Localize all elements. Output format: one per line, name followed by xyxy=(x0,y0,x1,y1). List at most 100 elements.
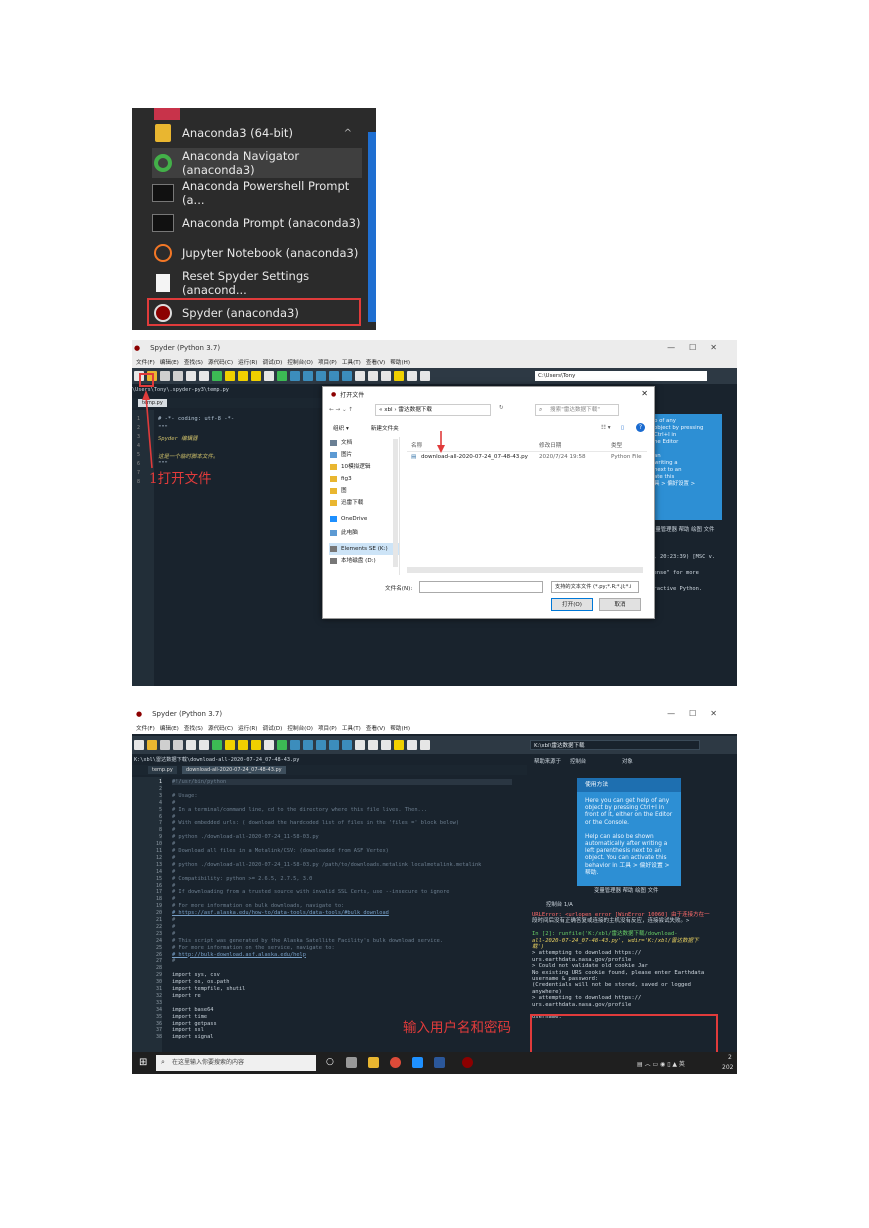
maximize-icon[interactable] xyxy=(367,371,378,381)
cancel-button[interactable]: 取消 xyxy=(599,598,641,611)
menu-item[interactable]: 查看(V) xyxy=(366,724,385,732)
pane-icon[interactable]: ▯ xyxy=(621,425,624,431)
menu-item[interactable]: 调试(D) xyxy=(263,724,283,732)
spyder-icon[interactable] xyxy=(462,1057,473,1068)
step-return-icon[interactable] xyxy=(328,371,339,381)
run-selection-icon[interactable] xyxy=(250,740,261,750)
file-explorer-icon[interactable] xyxy=(368,1057,379,1068)
console-panel[interactable]: 20, 20:23:39) [MSC v. icense" for more ter… xyxy=(647,554,737,686)
tree-item[interactable]: Elements SE (K:) xyxy=(329,543,399,555)
open-button[interactable]: 打开(O) xyxy=(551,598,593,611)
console-tab[interactable]: 控制台 1/A xyxy=(546,900,573,908)
step-return-icon[interactable] xyxy=(328,740,339,750)
multitask-icon[interactable] xyxy=(346,1057,357,1068)
python-path-icon[interactable] xyxy=(406,740,417,750)
working-directory-input[interactable]: C:\Users\Tony xyxy=(535,371,707,381)
menu-item[interactable]: 运行(R) xyxy=(238,724,257,732)
word-icon[interactable] xyxy=(434,1057,445,1068)
menu-item[interactable]: 文件(F) xyxy=(136,724,155,732)
preferences-icon[interactable] xyxy=(393,740,404,750)
tree-item[interactable]: 本地磁盘 (D:) xyxy=(329,555,399,567)
pane-tabs[interactable]: 变量管理器 帮助 绘图 文件 xyxy=(650,525,714,533)
back-icon[interactable] xyxy=(419,740,430,750)
help-source-select[interactable]: 控制台 xyxy=(570,757,586,765)
window-controls[interactable]: —☐✕ xyxy=(667,709,731,718)
taskbar-search-input[interactable]: 在这里输入你要搜索的内容 xyxy=(156,1055,316,1071)
run-cell-advance-icon[interactable] xyxy=(237,740,248,750)
tray-icons[interactable]: ▤ ︿ ▭ ◉ ▯ ▲ 英 xyxy=(637,1059,685,1068)
tree-item[interactable]: 文档 xyxy=(329,437,399,449)
menu-item-anaconda-prompt[interactable]: Anaconda Prompt (anaconda3) xyxy=(152,208,362,238)
menu-item[interactable]: 项目(P) xyxy=(318,724,337,732)
debug-icon[interactable] xyxy=(289,371,300,381)
menu-item[interactable]: 调试(D) xyxy=(263,358,283,366)
new-folder-button[interactable]: 新建文件夹 xyxy=(371,424,399,432)
tree-scrollbar[interactable] xyxy=(393,439,398,567)
col-name[interactable]: 名称 xyxy=(411,441,422,449)
close-icon[interactable]: ✕ xyxy=(641,389,648,398)
menu-item[interactable]: 控制台(O) xyxy=(287,358,313,366)
file-list-scrollbar[interactable] xyxy=(407,567,643,573)
menu-item[interactable]: 帮助(H) xyxy=(390,358,410,366)
menu-item[interactable]: 源代码(C) xyxy=(208,724,233,732)
menu-item-powershell-prompt[interactable]: Anaconda Powershell Prompt (a... xyxy=(152,178,362,208)
tab-temp-py[interactable]: temp.py xyxy=(148,766,177,774)
run-cell-advance-icon[interactable] xyxy=(237,371,248,381)
file-type-filter[interactable]: 支持的文本文件 (*.py;*.R;*.jl;*.i xyxy=(551,581,639,593)
continue-icon[interactable] xyxy=(341,740,352,750)
organize-button[interactable]: 组织 ▾ xyxy=(333,424,349,432)
menu-item[interactable]: 查看(V) xyxy=(366,358,385,366)
tab-download-script[interactable]: download-all-2020-07-24_07-48-43.py xyxy=(182,766,286,774)
file-row[interactable]: ▤ download-all-2020-07-24_07-48-43.py 20… xyxy=(407,454,647,464)
save-icon[interactable] xyxy=(159,740,170,750)
continue-icon[interactable] xyxy=(341,371,352,381)
run-icon[interactable] xyxy=(211,740,222,750)
debug-icon[interactable] xyxy=(289,740,300,750)
step-icon[interactable] xyxy=(302,740,313,750)
chevron-down-icon[interactable]: ⌄ xyxy=(342,407,347,413)
code-editor[interactable]: 1 #!/usr/bin/python 2 3 # Usage: 4 #5 # In a te… xyxy=(132,777,527,1053)
rerun-icon[interactable] xyxy=(276,740,287,750)
menu-item-jupyter-notebook[interactable]: Jupyter Notebook (anaconda3) xyxy=(152,238,362,268)
step-icon[interactable] xyxy=(302,371,313,381)
tree-item[interactable]: 10模拟逻辑 xyxy=(329,461,399,473)
tree-item[interactable]: 图片 xyxy=(329,449,399,461)
app-icon[interactable] xyxy=(412,1057,423,1068)
address-bar[interactable]: « xbl › 雷达数据下载 xyxy=(375,404,491,416)
python-path-icon[interactable] xyxy=(406,371,417,381)
tree-item[interactable]: 图 xyxy=(329,485,399,497)
filename-input[interactable] xyxy=(419,581,543,593)
col-date[interactable]: 修改日期 xyxy=(539,441,561,449)
view-icon[interactable]: ☷ ▾ xyxy=(601,425,611,431)
at-icon[interactable] xyxy=(198,371,209,381)
run-cell-icon[interactable] xyxy=(224,371,235,381)
menu-item-reset-spyder[interactable]: Reset Spyder Settings (anacond... xyxy=(152,268,362,298)
fullscreen-icon[interactable] xyxy=(380,371,391,381)
menu-item[interactable]: 查找(S) xyxy=(184,724,203,732)
preferences-icon[interactable] xyxy=(393,371,404,381)
back-icon[interactable] xyxy=(419,371,430,381)
chrome-icon[interactable] xyxy=(390,1057,401,1068)
run-cell-icon[interactable] xyxy=(224,740,235,750)
help-icon[interactable]: ? xyxy=(636,423,645,432)
outline-icon[interactable] xyxy=(185,740,196,750)
step-into-icon[interactable] xyxy=(315,740,326,750)
tree-item[interactable]: 此电脑 xyxy=(329,527,399,539)
menu-item[interactable]: 编辑(E) xyxy=(160,724,179,732)
save-all-icon[interactable] xyxy=(172,740,183,750)
search-input[interactable]: 搜索"雷达数据下载" xyxy=(535,404,619,416)
run-icon[interactable] xyxy=(211,371,222,381)
back-icon[interactable]: ← xyxy=(329,407,334,413)
run-line-icon[interactable] xyxy=(263,740,274,750)
open-file-icon[interactable] xyxy=(146,740,157,750)
window-controls[interactable]: —☐✕ xyxy=(667,343,731,352)
fullscreen-icon[interactable] xyxy=(380,740,391,750)
menu-item[interactable]: 控制台(O) xyxy=(287,724,313,732)
tree-item[interactable]: fig3 xyxy=(329,473,399,485)
windows-start-icon[interactable]: ⊞ xyxy=(139,1057,147,1068)
menu-item[interactable]: 帮助(H) xyxy=(390,724,410,732)
stop-icon[interactable] xyxy=(354,371,365,381)
menu-item[interactable]: 工具(T) xyxy=(342,724,361,732)
menu-item[interactable]: 源代码(C) xyxy=(208,358,233,366)
col-type[interactable]: 类型 xyxy=(611,441,622,449)
